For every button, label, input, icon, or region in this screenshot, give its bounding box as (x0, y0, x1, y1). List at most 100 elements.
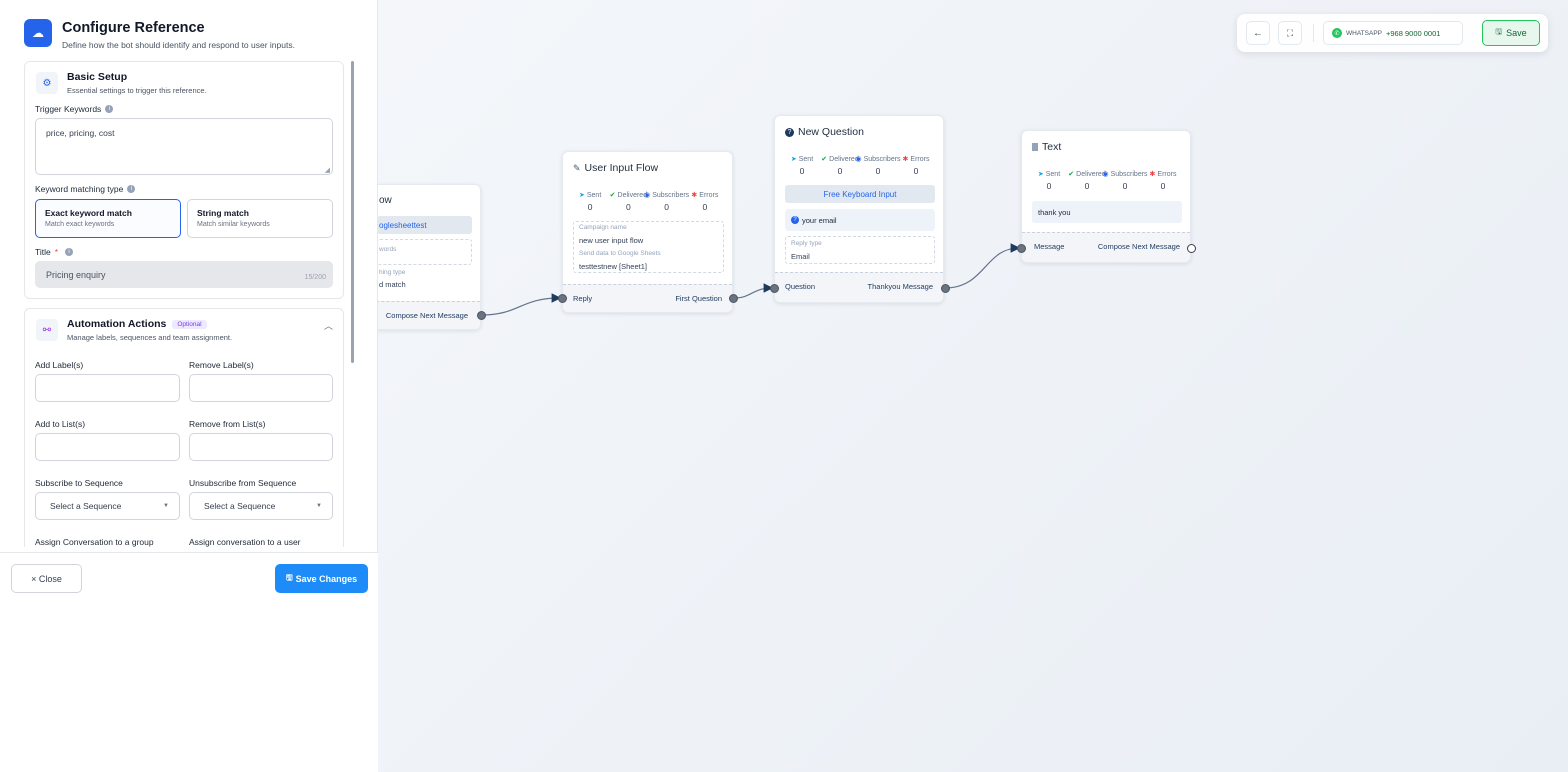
save-changes-button[interactable]: 🖫 Save Changes (275, 564, 368, 593)
save-button[interactable]: 🖫 Save (1482, 20, 1540, 46)
matching-label: hing type (379, 269, 406, 276)
stat-label: Sent (798, 155, 814, 163)
stat-label: Subscribers (652, 191, 690, 199)
edge-user-input-to-question (733, 283, 774, 299)
stat-label: Sent (586, 191, 602, 199)
input-port[interactable] (770, 284, 779, 293)
stat-value: 0 (702, 202, 708, 212)
question-icon: ? (791, 216, 799, 224)
node-stats: ➤ Sent 0 ✔ Delivered 0 ◉ Subscribers 0 ✱ Errors… (571, 191, 724, 213)
close-button[interactable]: × Close (11, 564, 82, 593)
panel-title: Configure Reference (62, 20, 205, 36)
output-port[interactable] (477, 311, 486, 320)
title-input[interactable]: Pricing enquiry 15/200 (35, 261, 333, 288)
add-labels-input[interactable] (35, 374, 180, 402)
fit-view-icon: ⛶ (1286, 27, 1294, 38)
exact-keyword-match-option[interactable]: Exact keyword match Match exact keywords (35, 199, 181, 238)
info-icon[interactable]: i (65, 248, 74, 256)
fit-view-button[interactable]: ⛶ (1278, 21, 1302, 45)
output-port-empty[interactable] (1187, 244, 1196, 253)
campaign-label: Campaign name (579, 224, 627, 231)
save-changes-label: Save Changes (295, 573, 358, 584)
node-title: ✎ User Input Flow (573, 162, 658, 174)
node-title-text: User Input Flow (584, 162, 659, 174)
stat-value: 0 (664, 202, 669, 212)
input-port[interactable] (1017, 244, 1026, 253)
chevron-up-icon[interactable]: ︿ (324, 319, 333, 332)
arrow-left-icon: ← (1253, 27, 1263, 39)
node-footer: Reply First Question (563, 284, 732, 312)
message-bubble: thank you (1032, 201, 1182, 223)
sheets-value: testtestnew [Sheet1] (579, 262, 647, 271)
output-port[interactable] (729, 294, 738, 303)
string-match-option[interactable]: String match Match similar keywords (187, 199, 333, 238)
stat-delivered: ✔ Delivered 0 (1068, 170, 1106, 192)
input-port[interactable] (558, 294, 567, 303)
stat-label: Errors (910, 155, 930, 163)
question-text: your email (802, 215, 837, 225)
footer-right-label: Compose Next Message (1097, 242, 1180, 251)
section-title: Automation Actions Optional (67, 318, 207, 330)
section-subtitle: Essential settings to trigger this refer… (67, 86, 207, 95)
assign-user-label: Assign conversation to a user (189, 537, 301, 547)
resize-handle-icon[interactable]: ◢ (325, 166, 330, 174)
input-value: Pricing enquiry (46, 270, 106, 280)
title-label: Title * i (35, 247, 74, 257)
floppy-disk-icon: 🖫 (285, 572, 293, 582)
stat-label: Sent (1045, 170, 1061, 178)
automation-actions-section: ⚯ Automation Actions Optional Manage lab… (24, 308, 344, 547)
text-block-icon (1032, 143, 1038, 151)
stat-value: 0 (1122, 181, 1128, 191)
stat-value: 0 (1160, 181, 1166, 191)
remove-from-list-input[interactable] (189, 433, 333, 461)
unsubscribe-sequence-select[interactable]: Select a Sequence ▼ (189, 492, 333, 520)
pen-icon: ✎ (573, 162, 581, 173)
info-icon[interactable]: i (127, 185, 136, 193)
trigger-keywords-label: Trigger Keywords i (35, 104, 114, 114)
user-circle-icon: ◉ (644, 192, 651, 199)
stat-value: 0 (837, 166, 843, 176)
unsubscribe-sequence-label: Unsubscribe from Sequence (189, 478, 297, 488)
stat-sent: ➤ Sent 0 (783, 155, 821, 177)
node-footer: Message Compose Next Message (1022, 232, 1190, 262)
whatsapp-label: WHATSAPP (1346, 29, 1382, 37)
output-port[interactable] (941, 284, 950, 293)
stat-value: 0 (1046, 181, 1052, 191)
section-title: Basic Setup (67, 71, 128, 83)
stat-label: Delivered (829, 155, 859, 163)
stat-subscribers: ◉ Subscribers 0 (1102, 170, 1147, 192)
node-title-text: New Question (798, 126, 864, 138)
flow-node-user-input[interactable]: ✎ User Input Flow ➤ Sent 0 ✔ Delivered 0 ◉ Su… (558, 151, 738, 313)
add-labels-label: Add Label(s) (35, 360, 84, 370)
stat-sent: ➤ Sent 0 (571, 191, 609, 213)
remove-labels-input[interactable] (189, 374, 333, 402)
bug-icon: ✱ (902, 156, 909, 163)
panel-scroll-area[interactable]: ⚙ Basic Setup Essential settings to trig… (0, 60, 378, 547)
reply-type-value: Email (791, 252, 810, 261)
node-chip[interactable]: oglesheettest (377, 216, 472, 234)
whatsapp-account-pill[interactable]: ✆ WHATSAPP +968 9000 0001 (1323, 21, 1463, 45)
gear-icon: ⚙ (36, 72, 58, 94)
stat-delivered: ✔ Delivered 0 (609, 191, 647, 213)
footer-left-label: Reply (573, 294, 593, 303)
remove-labels-label: Remove Label(s) (189, 360, 254, 370)
trigger-keywords-textarea[interactable]: price, pricing, cost ◢ (35, 118, 333, 175)
stat-label: Errors (1157, 170, 1177, 178)
stat-value: 0 (587, 202, 593, 212)
panel-scrollbar[interactable] (351, 61, 354, 363)
info-icon[interactable]: i (105, 105, 114, 113)
flow-node-question[interactable]: ? New Question ➤ Sent 0 ✔ Delivered 0 ◉ Subsc… (770, 115, 950, 303)
stat-value: 0 (875, 166, 881, 176)
back-button[interactable]: ← (1246, 21, 1270, 45)
add-to-list-input[interactable] (35, 433, 180, 461)
label-text: Title (35, 247, 51, 257)
send-icon: ➤ (1037, 171, 1044, 178)
required-mark: * (54, 247, 59, 257)
subscribe-sequence-select[interactable]: Select a Sequence ▼ (35, 492, 180, 520)
keywords-label: words (379, 246, 397, 253)
flow-node-text[interactable]: Text ➤ Sent 0 ✔ Delivered 0 ◉ Subscribers 0 ✱ E… (1017, 130, 1196, 263)
close-label: × Close (31, 573, 62, 584)
stat-label: Delivered (1076, 170, 1106, 178)
option-subtitle: Match exact keywords (45, 221, 115, 228)
free-keyboard-input-button[interactable]: Free Keyboard Input (785, 185, 935, 203)
